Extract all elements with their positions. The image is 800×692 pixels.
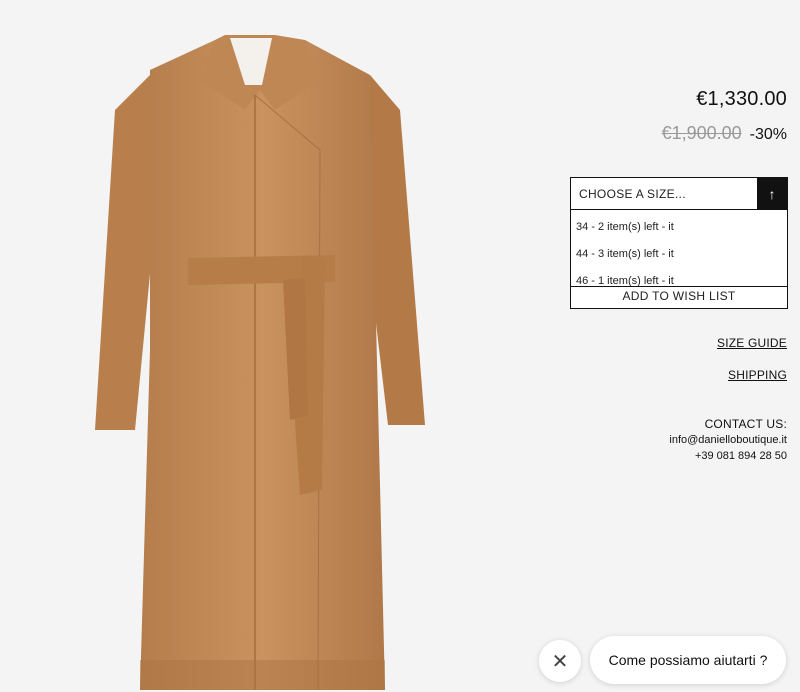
shipping-link[interactable]: SHIPPING	[728, 368, 787, 382]
arrow-up-icon[interactable]: ↑	[757, 178, 787, 209]
size-option-34[interactable]: 34 - 2 item(s) left - it	[571, 214, 787, 241]
contact-block: CONTACT US: info@danielloboutique.it +39…	[669, 416, 787, 464]
old-price: €1,900.00	[661, 123, 742, 143]
contact-title: CONTACT US:	[704, 417, 787, 431]
contact-phone[interactable]: +39 081 894 28 50	[669, 448, 787, 464]
size-guide-link[interactable]: SIZE GUIDE	[717, 336, 787, 350]
size-dropdown-header[interactable]: CHOOSE A SIZE... ↑	[571, 178, 787, 210]
current-price: €1,330.00	[696, 88, 787, 110]
size-dropdown[interactable]: CHOOSE A SIZE... ↑ 34 - 2 item(s) left -…	[570, 177, 788, 309]
add-to-wishlist-button[interactable]: ADD TO WISH LIST	[571, 286, 787, 308]
price-block: €1,330.00 €1,900.00 -30%	[662, 88, 787, 144]
size-placeholder[interactable]: CHOOSE A SIZE...	[571, 178, 757, 209]
chat-prompt-bubble[interactable]: Come possiamo aiutarti ?	[590, 636, 786, 684]
contact-email[interactable]: info@danielloboutique.it	[669, 432, 787, 448]
close-icon[interactable]: ✕	[539, 640, 581, 682]
product-image[interactable]	[0, 0, 520, 692]
size-option-44[interactable]: 44 - 3 item(s) left - it	[571, 241, 787, 268]
old-price-row: €1,900.00 -30%	[662, 123, 787, 144]
size-options-list: 34 - 2 item(s) left - it 44 - 3 item(s) …	[571, 210, 787, 295]
discount-badge: -30%	[749, 126, 787, 143]
